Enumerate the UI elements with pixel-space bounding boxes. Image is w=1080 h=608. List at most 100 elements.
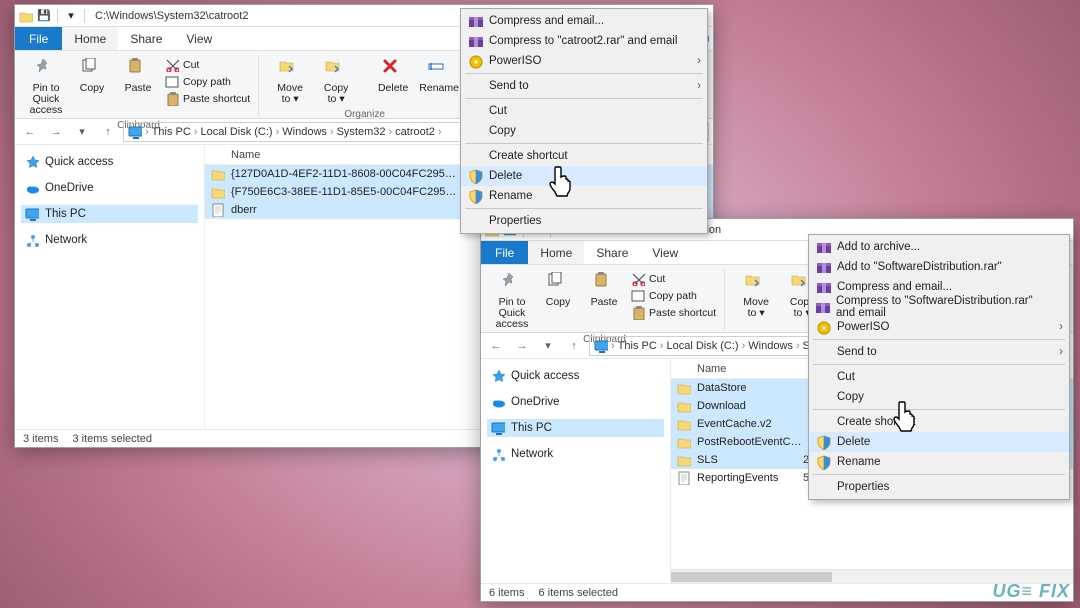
file-tab[interactable]: File (15, 27, 62, 50)
tab-view[interactable]: View (174, 27, 224, 50)
cm-send-to[interactable]: Send to› (461, 76, 707, 96)
nav-fwd-icon[interactable]: → (45, 121, 67, 143)
nav-dropdown-icon[interactable]: ▾ (71, 121, 93, 143)
folder-icon (677, 417, 691, 431)
cm-copy[interactable]: Copy (461, 121, 707, 141)
delete-button[interactable]: Delete (372, 55, 414, 96)
cm-delete[interactable]: Delete (461, 166, 707, 186)
cm-add-to-archive-[interactable]: Add to archive... (809, 237, 1069, 257)
status-items: 3 items (23, 433, 58, 445)
status-selected: 6 items selected (538, 587, 617, 599)
folder-icon (677, 453, 691, 467)
dropdown-icon[interactable]: ▾ (64, 9, 78, 23)
file-name: SLS (697, 454, 803, 466)
cm-poweriso[interactable]: PowerISO› (461, 51, 707, 71)
tab-view[interactable]: View (640, 241, 690, 264)
cm-compress-to-softwaredistributi[interactable]: Compress to "SoftwareDistribution.rar" a… (809, 297, 1069, 317)
title-path: C:\Windows\System32\catroot2 (91, 10, 248, 22)
paste-shortcut-button[interactable]: Paste shortcut (163, 91, 252, 107)
sidebar-item-quick-access[interactable]: Quick access (487, 367, 664, 385)
cut-button[interactable]: Cut (629, 271, 718, 287)
status-items: 6 items (489, 587, 524, 599)
file-tab[interactable]: File (481, 241, 528, 264)
sidebar-item-network[interactable]: Network (21, 231, 198, 249)
nav-up-icon[interactable]: ↑ (563, 335, 585, 357)
nav-dropdown-icon[interactable]: ▾ (537, 335, 559, 357)
move-to-button[interactable]: Move to ▾ (735, 269, 777, 321)
paste-button[interactable]: Paste (583, 269, 625, 310)
tab-share[interactable]: Share (118, 27, 174, 50)
nav-up-icon[interactable]: ↑ (97, 121, 119, 143)
pc-icon (128, 125, 142, 139)
cm-create-shortcut[interactable]: Create shortcut (809, 412, 1069, 432)
sidebar-item-quick-access[interactable]: Quick access (21, 153, 198, 171)
sidebar: Quick access OneDrive This PC Network (481, 359, 671, 583)
cut-button[interactable]: Cut (163, 57, 252, 73)
cm-cut[interactable]: Cut (461, 101, 707, 121)
file-name: EventCache.v2 (697, 418, 803, 430)
sidebar: Quick access OneDrive This PC Network (15, 145, 205, 429)
shield-icon (467, 188, 483, 204)
file-name: Download (697, 400, 803, 412)
folder-icon (677, 399, 691, 413)
sidebar-item-this-pc[interactable]: This PC (487, 419, 664, 437)
cm-rename[interactable]: Rename (461, 186, 707, 206)
context-menu-softwaredistribution[interactable]: Add to archive...Add to "SoftwareDistrib… (808, 234, 1070, 500)
sidebar-item-this-pc[interactable]: This PC (21, 205, 198, 223)
winrar-icon (815, 239, 831, 255)
cm-cut[interactable]: Cut (809, 367, 1069, 387)
pin-button[interactable]: Pin to Quick access (25, 55, 67, 118)
folder-icon (677, 435, 691, 449)
sidebar-item-onedrive[interactable]: OneDrive (487, 393, 664, 411)
cm-compress-and-email-[interactable]: Compress and email... (461, 11, 707, 31)
col-name[interactable]: Name (671, 363, 803, 375)
copy-path-button[interactable]: Copy path (163, 74, 252, 90)
file-icon (211, 203, 225, 217)
file-icon (677, 471, 691, 485)
paste-shortcut-button[interactable]: Paste shortcut (629, 305, 718, 321)
cm-poweriso[interactable]: PowerISO› (809, 317, 1069, 337)
ribbon-group-organize: Move to ▾ Copy to ▾ Delete Rename Organi… (263, 55, 467, 116)
winrar-icon (467, 33, 483, 49)
status-selected: 3 items selected (72, 433, 151, 445)
cm-properties[interactable]: Properties (809, 477, 1069, 497)
paste-button[interactable]: Paste (117, 55, 159, 96)
cm-send-to[interactable]: Send to› (809, 342, 1069, 362)
tab-home[interactable]: Home (528, 241, 584, 264)
nav-back-icon[interactable]: ← (19, 121, 41, 143)
cm-delete[interactable]: Delete (809, 432, 1069, 452)
ribbon-group-clipboard: Pin to Quick access Copy Paste Cut Copy … (19, 55, 259, 116)
copy-button[interactable]: Copy (537, 269, 579, 310)
winrar-icon (815, 299, 830, 315)
statusbar: 6 items 6 items selected (481, 583, 1073, 601)
ribbon-group-clipboard: Pin to Quick access Copy Paste Cut Copy … (485, 269, 725, 330)
save-icon[interactable]: 💾 (37, 9, 51, 23)
rename-button[interactable]: Rename (418, 55, 460, 96)
sidebar-item-onedrive[interactable]: OneDrive (21, 179, 198, 197)
pin-button[interactable]: Pin to Quick access (491, 269, 533, 332)
tab-home[interactable]: Home (62, 27, 118, 50)
pc-icon (594, 339, 608, 353)
cm-add-to-softwaredistribution-ra[interactable]: Add to "SoftwareDistribution.rar" (809, 257, 1069, 277)
cm-compress-and-email-[interactable]: Compress and email... (809, 277, 1069, 297)
copy-to-button[interactable]: Copy to ▾ (315, 55, 357, 107)
shield-icon (815, 434, 831, 450)
copy-button[interactable]: Copy (71, 55, 113, 96)
cm-rename[interactable]: Rename (809, 452, 1069, 472)
shield-icon (815, 454, 831, 470)
folder-icon (19, 9, 33, 23)
folder-icon (211, 167, 225, 181)
copy-path-button[interactable]: Copy path (629, 288, 718, 304)
tab-share[interactable]: Share (584, 241, 640, 264)
nav-fwd-icon[interactable]: → (511, 335, 533, 357)
cm-copy[interactable]: Copy (809, 387, 1069, 407)
cm-properties[interactable]: Properties (461, 211, 707, 231)
file-name: ReportingEvents (697, 472, 803, 484)
cm-compress-to-catroot2-rar-and-e[interactable]: Compress to "catroot2.rar" and email (461, 31, 707, 51)
context-menu-catroot2[interactable]: Compress and email...Compress to "catroo… (460, 8, 708, 234)
move-to-button[interactable]: Move to ▾ (269, 55, 311, 107)
cm-create-shortcut[interactable]: Create shortcut (461, 146, 707, 166)
nav-back-icon[interactable]: ← (485, 335, 507, 357)
sidebar-item-network[interactable]: Network (487, 445, 664, 463)
file-name: DataStore (697, 382, 803, 394)
